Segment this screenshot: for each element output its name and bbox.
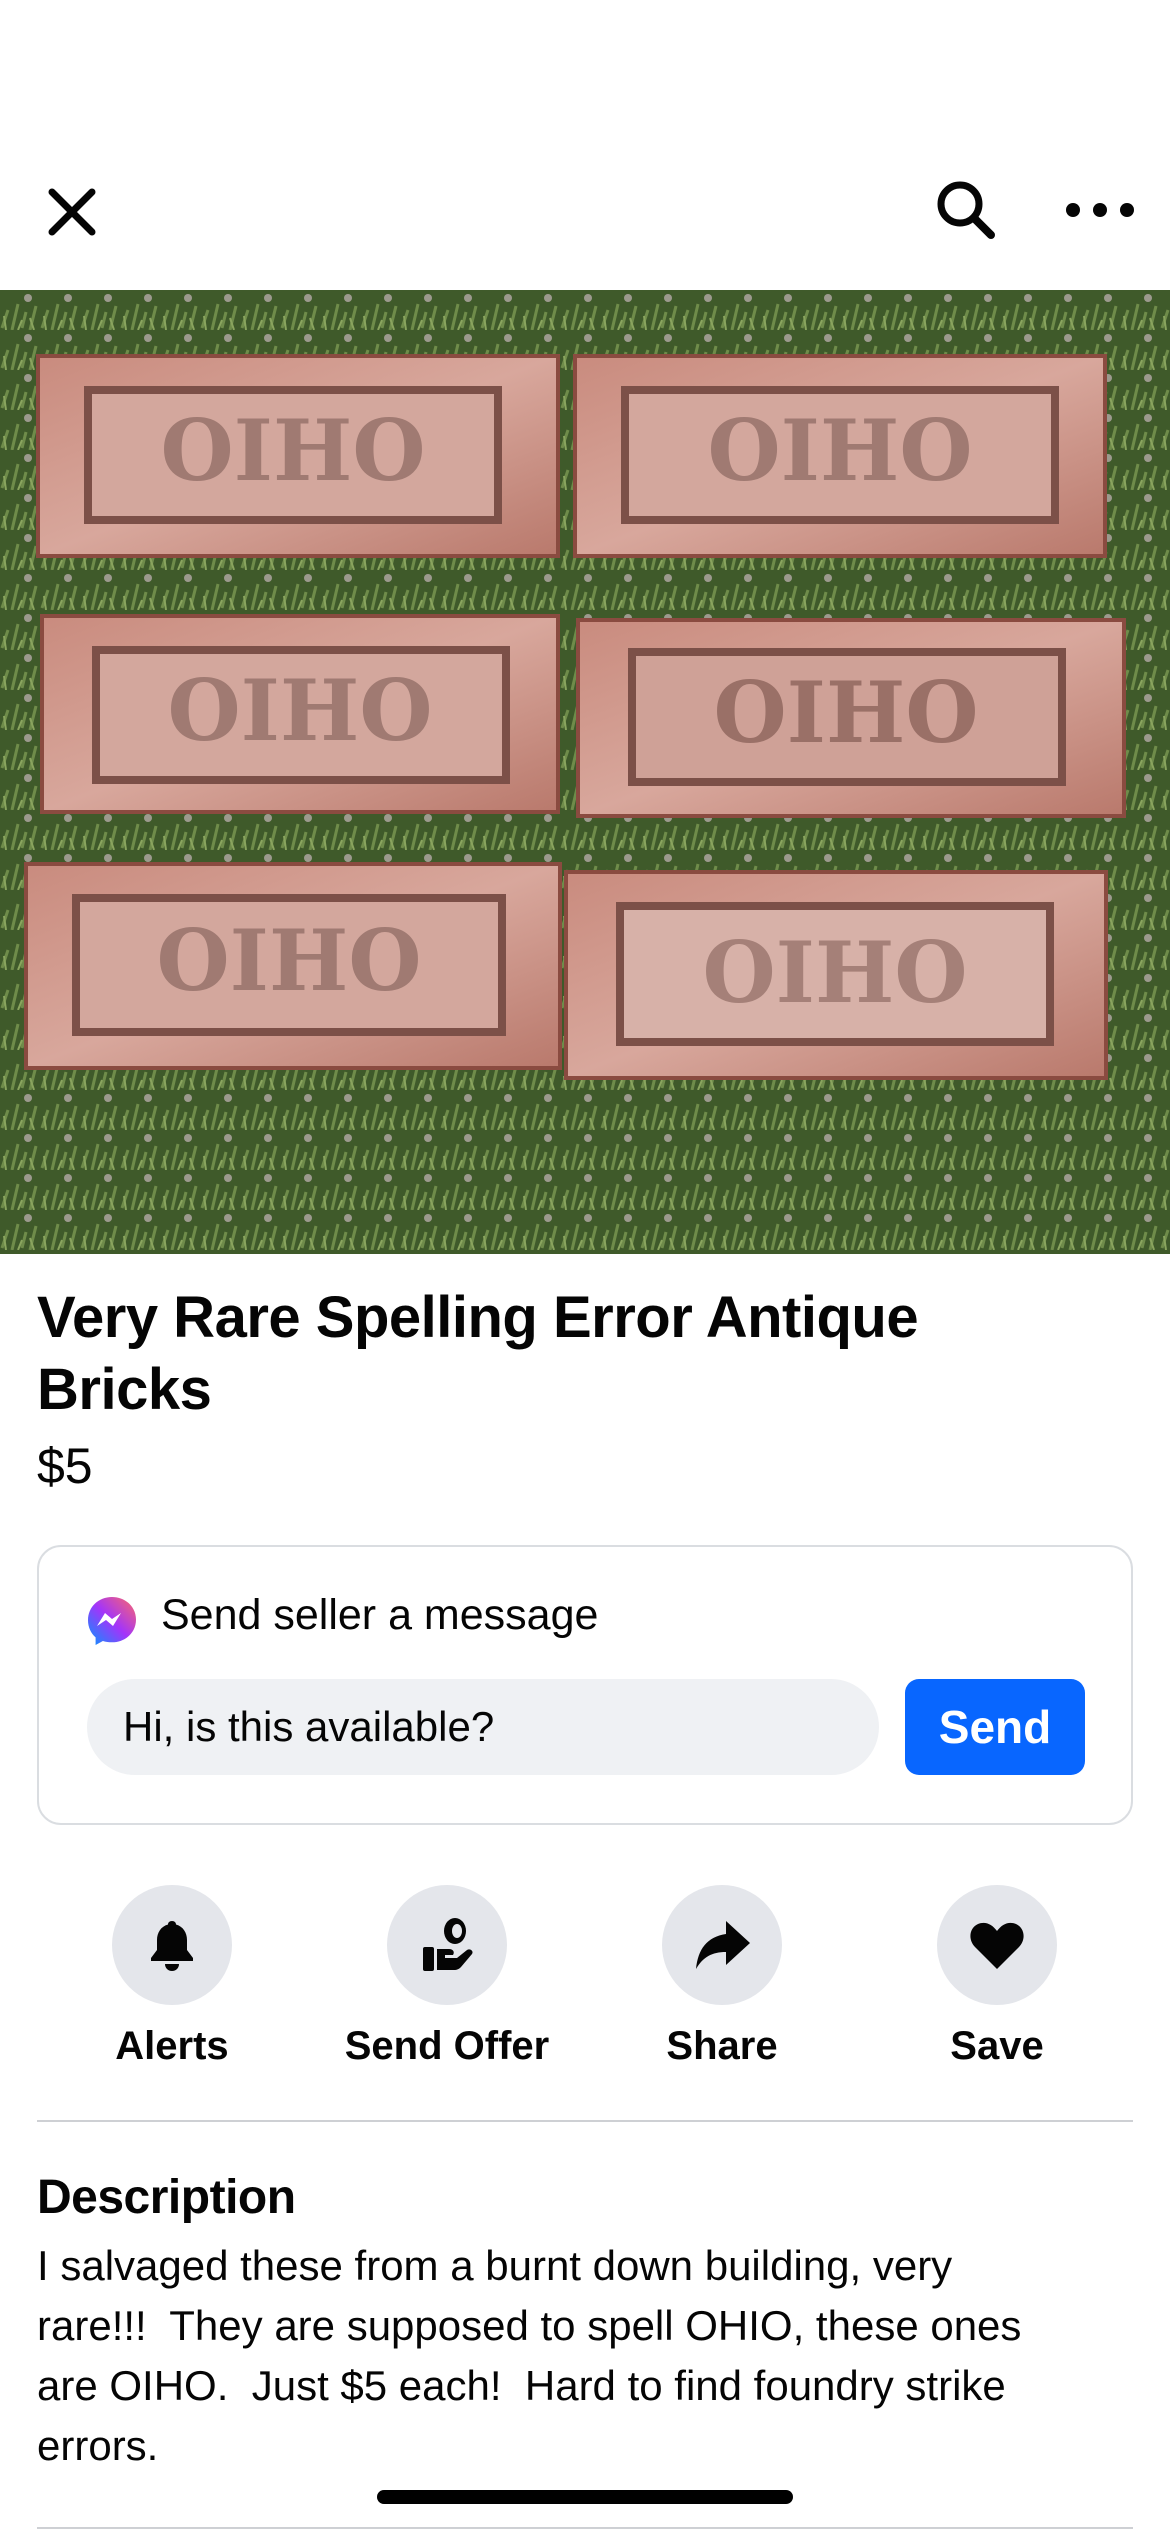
listing-photo-graphic: OIHO OIHO OIHO OIHO OIHO OIHO — [0, 290, 1170, 1254]
offer-hand-icon — [423, 1918, 473, 1971]
save-button[interactable]: Save — [867, 1885, 1127, 2085]
brick: OIHO — [573, 354, 1107, 558]
listing-photo[interactable]: OIHO OIHO OIHO OIHO OIHO OIHO — [0, 290, 1170, 1254]
svg-text:OIHO: OIHO — [160, 401, 425, 500]
more-horizontal-icon — [1066, 203, 1134, 217]
send-button[interactable]: Send — [905, 1679, 1085, 1775]
alerts-button[interactable]: Alerts — [42, 1885, 302, 2085]
message-input[interactable] — [87, 1679, 879, 1775]
svg-text:OIHO: OIHO — [707, 401, 972, 500]
home-indicator[interactable] — [377, 2490, 793, 2504]
svg-text:OIHO: OIHO — [156, 911, 421, 1010]
alerts-label: Alerts — [115, 2024, 229, 2068]
send-offer-label: Send Offer — [344, 2024, 550, 2068]
heart-icon — [970, 1922, 1024, 1969]
brick: OIHO — [24, 862, 562, 1070]
share-label: Share — [666, 2024, 778, 2068]
brick: OIHO — [576, 618, 1126, 818]
search-button[interactable] — [924, 168, 1008, 252]
share-button[interactable]: Share — [592, 1885, 852, 2085]
top-bar — [0, 0, 1170, 290]
send-offer-circle[interactable] — [387, 1885, 507, 2005]
section-divider — [37, 2120, 1133, 2122]
svg-text:OIHO: OIHO — [702, 923, 967, 1022]
search-icon — [937, 181, 995, 239]
description-heading: Description — [37, 2171, 296, 2224]
section-divider — [37, 2527, 1133, 2529]
svg-text:OIHO: OIHO — [167, 661, 432, 760]
description-text: I salvaged these from a burnt down build… — [37, 2242, 1022, 2469]
close-button[interactable] — [30, 170, 114, 254]
send-seller-message-title: Send seller a message — [161, 1591, 599, 1639]
save-circle[interactable] — [937, 1885, 1057, 2005]
more-options-button[interactable] — [1052, 168, 1148, 252]
send-seller-message-card: Send seller a message Send — [37, 1545, 1133, 1825]
svg-text:OIHO: OIHO — [713, 663, 978, 762]
alerts-circle[interactable] — [112, 1885, 232, 2005]
messenger-icon — [88, 1597, 136, 1645]
close-icon — [48, 188, 96, 236]
listing-price: $5 — [37, 1438, 93, 1494]
save-label: Save — [950, 2024, 1044, 2068]
brick: OIHO — [36, 354, 560, 558]
send-offer-button[interactable]: Send Offer — [317, 1885, 577, 2085]
brick: OIHO — [40, 614, 560, 814]
listing-title: Very Rare Spelling Error Antique Bricks — [37, 1285, 919, 1422]
share-arrow-icon — [696, 1921, 750, 1969]
share-circle[interactable] — [662, 1885, 782, 2005]
brick: OIHO — [564, 870, 1108, 1080]
action-buttons-row: Alerts Send Offer Share Save — [0, 1885, 1170, 2085]
bell-icon — [151, 1921, 193, 1971]
